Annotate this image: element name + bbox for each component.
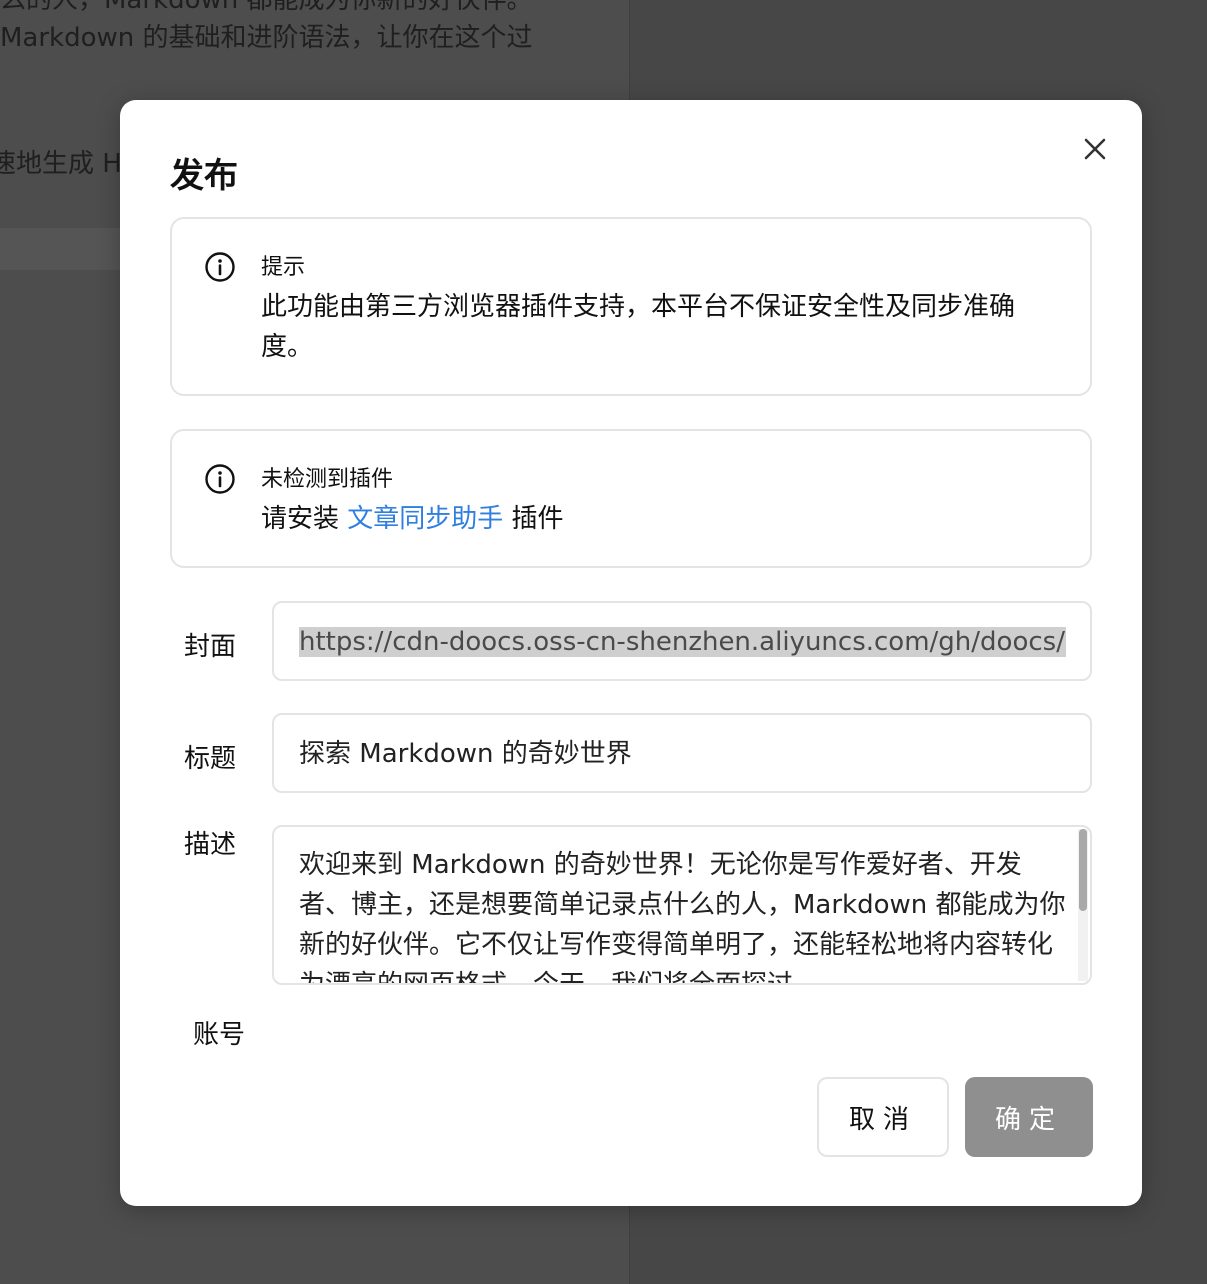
description-label: 描述 [184, 830, 237, 860]
cover-input[interactable]: https://cdn-doocs.oss-cn-shenzhen.aliyun… [272, 601, 1092, 681]
publish-dialog: 发布 提示 此功能由第三方浏览器插件支持，本平台不保证安全性及同步准确度。 未检… [120, 100, 1142, 1206]
alert-description: 此功能由第三方浏览器插件支持，本平台不保证安全性及同步准确度。 [261, 292, 1016, 362]
plugin-link[interactable]: 文章同步助手 [347, 504, 503, 534]
background-code-band [0, 228, 130, 270]
cover-input-value: https://cdn-doocs.oss-cn-shenzhen.aliyun… [299, 627, 1066, 657]
description-scrollbar[interactable] [1078, 829, 1088, 981]
title-label: 标题 [184, 744, 237, 774]
dialog-title: 发布 [170, 156, 238, 196]
background-text-line: 速地生成 H [0, 149, 122, 179]
alert-title: 提示 [261, 255, 306, 280]
plugin-missing-alert: 未检测到插件 请安装 文章同步助手 插件 [170, 429, 1092, 568]
info-icon [204, 251, 236, 283]
description-value: 欢迎来到 Markdown 的奇妙世界！无论你是写作爱好者、开发者、博主，还是想… [299, 850, 1066, 985]
alert-description: 请安装 文章同步助手 插件 [261, 499, 1061, 539]
alert-title: 未检测到插件 [261, 467, 394, 492]
confirm-button[interactable]: 确定 [965, 1077, 1093, 1157]
install-prefix: 请安装 [261, 504, 348, 534]
description-textarea[interactable]: 欢迎来到 Markdown 的奇妙世界！无论你是写作爱好者、开发者、博主，还是想… [272, 825, 1092, 985]
account-label: 账号 [193, 1020, 246, 1050]
background-text-line: Markdown 的基础和进阶语法，让你在这个过 [0, 23, 533, 53]
title-input-value: 探索 Markdown 的奇妙世界 [299, 739, 632, 769]
cancel-button[interactable]: 取消 [817, 1077, 949, 1157]
scrollbar-thumb[interactable] [1079, 829, 1087, 911]
title-input[interactable]: 探索 Markdown 的奇妙世界 [272, 713, 1092, 793]
background-text-line: 么的人，Markdown 都能成为你新的好伙伴。 [0, 0, 533, 15]
cover-label: 封面 [184, 632, 237, 662]
install-suffix: 插件 [503, 504, 564, 534]
close-icon[interactable] [1078, 132, 1112, 166]
tip-alert: 提示 此功能由第三方浏览器插件支持，本平台不保证安全性及同步准确度。 [170, 217, 1092, 396]
info-icon [204, 463, 236, 495]
